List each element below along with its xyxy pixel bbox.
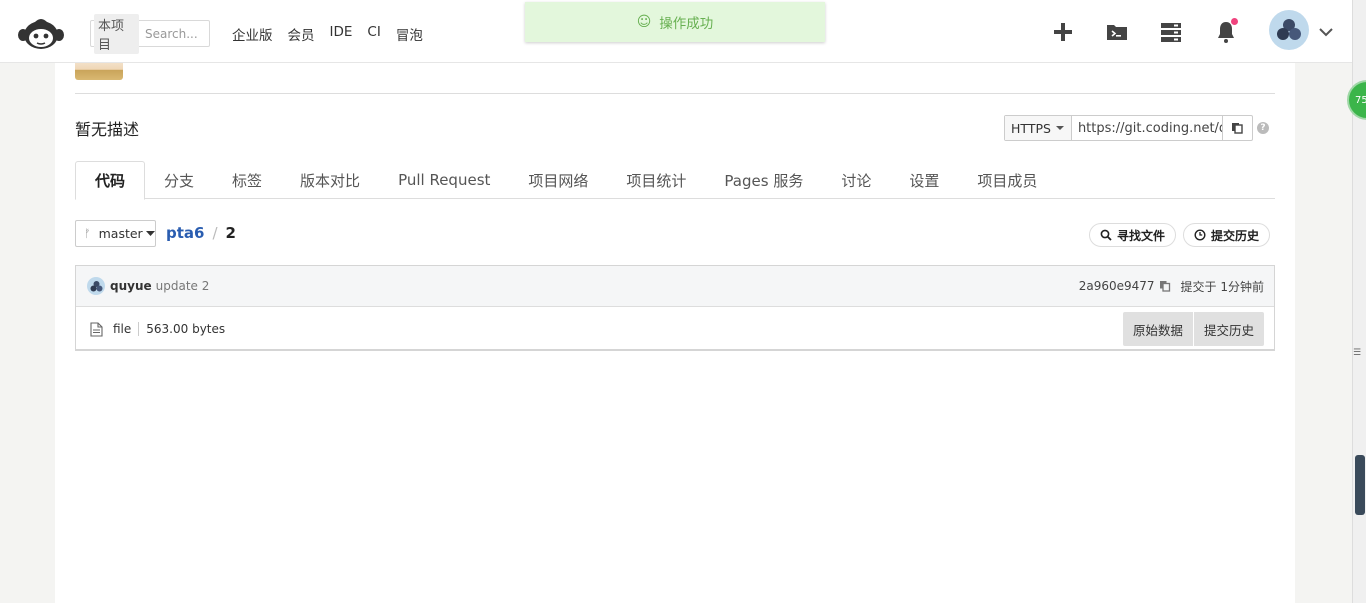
breadcrumb-separator: / <box>212 224 218 242</box>
search-icon <box>1100 229 1112 241</box>
divider <box>75 93 1275 94</box>
file-type: file <box>113 322 140 336</box>
commit-history-button[interactable]: 提交历史 <box>1183 223 1271 247</box>
smile-icon: ☺ <box>636 14 652 30</box>
main-nav: 企业版 会员 IDE CI 冒泡 <box>232 24 438 44</box>
tab-statistics[interactable]: 项目统计 <box>607 161 705 199</box>
branch-name: master <box>98 226 143 241</box>
terminal-folder-icon[interactable] <box>1105 20 1129 44</box>
notification-dot <box>1231 18 1238 25</box>
nav-membership[interactable]: 会员 <box>288 24 315 44</box>
tab-pull-request[interactable]: Pull Request <box>379 161 509 199</box>
tab-discussion[interactable]: 讨论 <box>822 161 890 199</box>
file-size: 563.00 bytes <box>146 322 226 336</box>
commit-time: 提交于 1分钟前 <box>1180 279 1264 294</box>
help-icon[interactable]: ? <box>1257 122 1269 134</box>
status-badge-value: 75 <box>1355 94 1366 106</box>
tab-pages[interactable]: Pages 服务 <box>705 161 822 199</box>
chevron-down-icon[interactable] <box>1318 24 1334 40</box>
scroll-grip-icon: ☰ <box>1353 348 1362 358</box>
copy-icon <box>1232 123 1244 134</box>
commit-author[interactable]: quyue <box>110 279 152 293</box>
search-input[interactable] <box>143 25 209 42</box>
file-icon <box>90 321 103 337</box>
clone-url-field[interactable]: https://git.coding.net/quyue/pta6.git <box>1072 116 1222 140</box>
tab-compare[interactable]: 版本对比 <box>281 161 379 199</box>
breadcrumb-current: 2 <box>225 224 236 242</box>
nav-ci[interactable]: CI <box>367 24 380 44</box>
coding-logo-icon[interactable] <box>18 14 64 50</box>
copy-icon[interactable] <box>1159 280 1171 292</box>
nav-enterprise[interactable]: 企业版 <box>232 24 273 44</box>
scrollbar-thumb[interactable] <box>1355 455 1365 515</box>
tab-settings[interactable]: 设置 <box>890 161 958 199</box>
caret-down-icon <box>1055 126 1064 130</box>
status-badge[interactable]: 75 <box>1347 80 1366 120</box>
latest-commit-row: quyue update 2 2a960e9477 提交于 1分钟前 <box>76 266 1274 307</box>
project-content: 暂无描述 HTTPS https://git.coding.net/quyue/… <box>55 57 1295 603</box>
search-box: 本项目 <box>90 13 210 54</box>
plus-icon[interactable] <box>1051 20 1075 44</box>
commit-message[interactable]: update 2 <box>156 279 210 293</box>
server-icon[interactable] <box>1159 20 1183 44</box>
branch-icon: ᚠ <box>84 227 91 240</box>
tab-members[interactable]: 项目成员 <box>958 161 1056 199</box>
file-panel: quyue update 2 2a960e9477 提交于 1分钟前 file … <box>75 265 1275 351</box>
commit-hash[interactable]: 2a960e9477 <box>1079 279 1155 293</box>
tab-network[interactable]: 项目网络 <box>509 161 607 199</box>
project-tabs: 代码 分支 标签 版本对比 Pull Request 项目网络 项目统计 Pag… <box>75 161 1275 200</box>
clone-url-box: HTTPS https://git.coding.net/quyue/pta6.… <box>1004 115 1253 141</box>
avatar-shapes-icon <box>1277 19 1301 40</box>
project-description: 暂无描述 <box>75 120 140 139</box>
file-info-row: file 563.00 bytes 原始数据 提交历史 <box>76 308 1274 350</box>
nav-ide[interactable]: IDE <box>330 24 353 44</box>
commit-meta: 2a960e9477 提交于 1分钟前 <box>1079 278 1264 295</box>
user-avatar[interactable] <box>1269 10 1309 50</box>
breadcrumb: pta6 / 2 <box>166 224 236 242</box>
file-actions: 原始数据 提交历史 <box>1122 312 1264 346</box>
file-history-button[interactable]: 提交历史 <box>1193 312 1264 346</box>
find-file-button[interactable]: 寻找文件 <box>1089 223 1177 247</box>
copy-url-button[interactable] <box>1221 116 1252 140</box>
branch-selector[interactable]: ᚠ master <box>75 220 156 247</box>
avatar-shapes-icon <box>90 280 102 291</box>
success-toast: ☺ 操作成功 <box>525 2 825 42</box>
toast-message: 操作成功 <box>659 16 714 32</box>
tab-tags[interactable]: 标签 <box>213 161 281 199</box>
clone-protocol-select[interactable]: HTTPS <box>1005 116 1072 140</box>
caret-down-icon <box>145 230 155 236</box>
raw-data-button[interactable]: 原始数据 <box>1122 312 1194 346</box>
tab-code[interactable]: 代码 <box>75 161 146 200</box>
clock-icon <box>1194 229 1206 241</box>
tab-branches[interactable]: 分支 <box>145 161 213 199</box>
search-scope[interactable]: 本项目 <box>94 13 139 54</box>
nav-bubble[interactable]: 冒泡 <box>396 24 423 44</box>
breadcrumb-repo[interactable]: pta6 <box>166 224 204 242</box>
commit-author-avatar[interactable] <box>87 277 105 295</box>
